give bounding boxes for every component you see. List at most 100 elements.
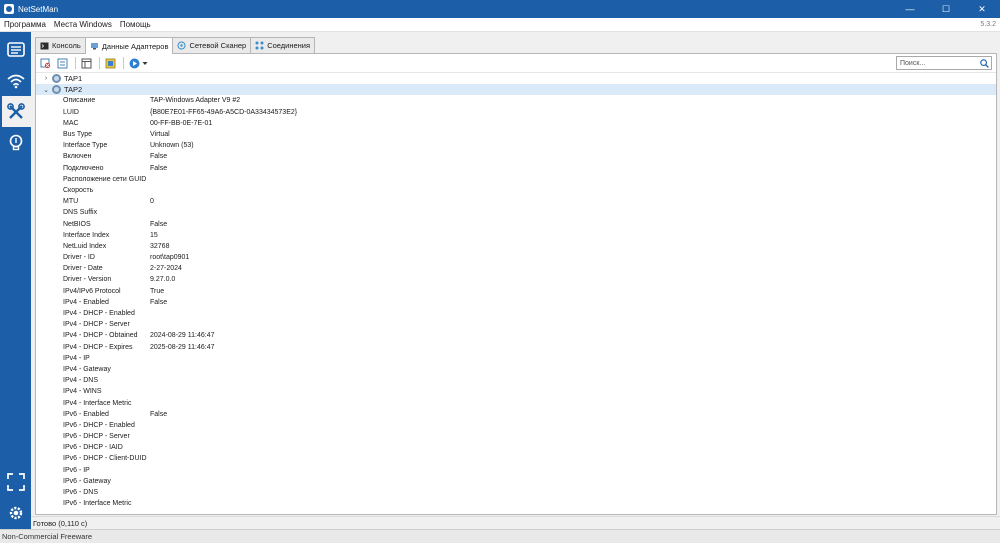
- tab-console[interactable]: Консоль: [35, 37, 86, 53]
- menu-windows-places[interactable]: Места Windows: [50, 20, 116, 29]
- property-name: IPv4 - DNS: [63, 377, 99, 385]
- property-row[interactable]: Driver - Date 2-27-2024: [36, 263, 996, 274]
- property-row[interactable]: IPv4 - Interface Metric: [36, 397, 996, 408]
- tab-network-scanner[interactable]: Сетевой Сканер: [172, 37, 252, 53]
- property-name: IPv6 - Gateway: [63, 477, 111, 485]
- property-value: 15: [150, 231, 158, 239]
- adapter-list-button[interactable]: [55, 56, 69, 70]
- property-row[interactable]: DNS Suffix: [36, 207, 996, 218]
- main-content: Консоль Данные Адаптеров Сетевой Сканер …: [31, 32, 1000, 529]
- property-row[interactable]: IPv6 - DHCP - IAID: [36, 442, 996, 453]
- property-name: IPv6 - DHCP - Enabled: [63, 421, 135, 429]
- property-row[interactable]: IPv4 - IP: [36, 353, 996, 364]
- property-value: {B80E7E01-FF65-49A6-A5CD-0A33434573E2}: [150, 108, 298, 116]
- tree-node-tap2[interactable]: ⌄ TAP2: [36, 84, 996, 96]
- maximize-button[interactable]: ☐: [928, 0, 964, 18]
- property-name: Скорость: [63, 186, 94, 194]
- property-name: IPv6 - DHCP - Client-DUID: [63, 455, 147, 463]
- sidebar-item-tools[interactable]: [0, 96, 31, 127]
- property-row[interactable]: LUID {B80E7E01-FF65-49A6-A5CD-0A33434573E…: [36, 107, 996, 118]
- property-name: IPv4 - IP: [63, 354, 90, 362]
- property-row[interactable]: IPv4/IPv6 Protocol True: [36, 286, 996, 297]
- property-row[interactable]: Driver - Version 9.27.0.0: [36, 274, 996, 285]
- properties-button[interactable]: [103, 56, 117, 70]
- sidebar: [0, 32, 31, 529]
- adapter-delete-icon: [40, 58, 50, 68]
- property-row[interactable]: IPv6 - Gateway: [36, 476, 996, 487]
- property-name: LUID: [63, 108, 79, 116]
- property-row[interactable]: IPv6 - Interface Metric: [36, 498, 996, 509]
- sidebar-item-settings[interactable]: [0, 497, 31, 528]
- tab-adapter-data-label: Данные Адаптеров: [101, 41, 169, 51]
- search-icon[interactable]: [980, 58, 989, 68]
- property-row[interactable]: MTU 0: [36, 196, 996, 207]
- property-row[interactable]: IPv6 - DHCP - Client-DUID: [36, 453, 996, 464]
- property-value: TAP-Windows Adapter V9 #2: [150, 97, 241, 105]
- property-name: Driver - Date: [63, 265, 103, 273]
- property-name: Driver - ID: [63, 254, 95, 262]
- property-row[interactable]: Interface Index 15: [36, 230, 996, 241]
- property-name: Включен: [63, 153, 92, 161]
- scanner-icon: [177, 41, 186, 50]
- property-row[interactable]: Включен False: [36, 151, 996, 162]
- property-value: False: [150, 410, 168, 418]
- minimize-button[interactable]: —: [892, 0, 928, 18]
- property-value: 2-27-2024: [150, 265, 182, 273]
- property-row[interactable]: IPv4 - DHCP - Obtained 2024-08-29 11:46:4…: [36, 330, 996, 341]
- property-row[interactable]: IPv4 - DNS: [36, 375, 996, 386]
- menu-help[interactable]: Помощь: [116, 20, 155, 29]
- console-icon: [40, 42, 49, 49]
- property-row[interactable]: IPv4 - Enabled False: [36, 297, 996, 308]
- property-name: IPv4/IPv6 Protocol: [63, 287, 121, 295]
- property-row[interactable]: Driver - ID root\tap0901: [36, 252, 996, 263]
- property-name: IPv6 - DHCP - IAID: [63, 444, 123, 452]
- version-label: 5.3.2: [980, 21, 996, 28]
- tab-adapter-data[interactable]: Данные Адаптеров: [84, 37, 174, 54]
- sidebar-item-wifi[interactable]: [0, 65, 31, 96]
- property-name: Bus Type: [63, 131, 93, 139]
- property-row[interactable]: IPv4 - DHCP - Server: [36, 319, 996, 330]
- property-name: NetLuid Index: [63, 242, 107, 250]
- layout-button[interactable]: [79, 56, 93, 70]
- sidebar-item-ideas[interactable]: [0, 127, 31, 158]
- property-value: False: [150, 153, 168, 161]
- close-button[interactable]: ✕: [964, 0, 1000, 18]
- property-row[interactable]: IPv6 - DNS: [36, 487, 996, 498]
- property-row[interactable]: Interface Type Unknown (53): [36, 140, 996, 151]
- app-icon: [4, 4, 14, 14]
- property-row[interactable]: IPv4 - WINS: [36, 386, 996, 397]
- property-row[interactable]: IPv6 - Enabled False: [36, 409, 996, 420]
- sidebar-item-profiles[interactable]: [0, 34, 31, 65]
- chevron-down-icon: [142, 61, 147, 65]
- property-value: 2024-08-29 11:46:47: [150, 332, 215, 340]
- delete-adapter-button[interactable]: [38, 56, 52, 70]
- property-row[interactable]: MAC 00-FF-BB-0E-7E-01: [36, 118, 996, 129]
- property-row[interactable]: NetLuid Index 32768: [36, 241, 996, 252]
- property-row[interactable]: Bus Type Virtual: [36, 129, 996, 140]
- sidebar-item-fullscreen[interactable]: [0, 466, 31, 497]
- adapter-node-icon: [52, 85, 61, 95]
- property-row[interactable]: NetBIOS False: [36, 218, 996, 229]
- chevron-down-icon[interactable]: ⌄: [42, 86, 50, 94]
- property-row[interactable]: Расположение сети GUID: [36, 174, 996, 185]
- property-row[interactable]: Описание TAP-Windows Adapter V9 #2: [36, 95, 996, 106]
- layout-icon: [81, 58, 91, 68]
- property-row[interactable]: IPv4 - DHCP - Enabled: [36, 308, 996, 319]
- tab-connections[interactable]: Соединения: [250, 37, 316, 53]
- chevron-right-icon[interactable]: ›: [42, 75, 50, 82]
- property-value: 9.27.0.0: [150, 276, 176, 284]
- property-row[interactable]: IPv6 - IP: [36, 465, 996, 476]
- run-dropdown-button[interactable]: [127, 56, 149, 70]
- property-row[interactable]: Подключено False: [36, 163, 996, 174]
- search-input[interactable]: [897, 57, 977, 69]
- property-row[interactable]: Скорость: [36, 185, 996, 196]
- wifi-icon: [6, 74, 25, 88]
- connections-icon: [255, 41, 264, 50]
- property-row[interactable]: IPv4 - Gateway: [36, 364, 996, 375]
- property-name: Описание: [63, 97, 96, 105]
- menu-program[interactable]: Программа: [0, 20, 50, 29]
- tree-node-tap1[interactable]: › TAP1: [36, 73, 996, 84]
- property-row[interactable]: IPv4 - DHCP - Expires 2025-08-29 11:46:47: [36, 342, 996, 353]
- property-row[interactable]: IPv6 - DHCP - Server: [36, 431, 996, 442]
- property-row[interactable]: IPv6 - DHCP - Enabled: [36, 420, 996, 431]
